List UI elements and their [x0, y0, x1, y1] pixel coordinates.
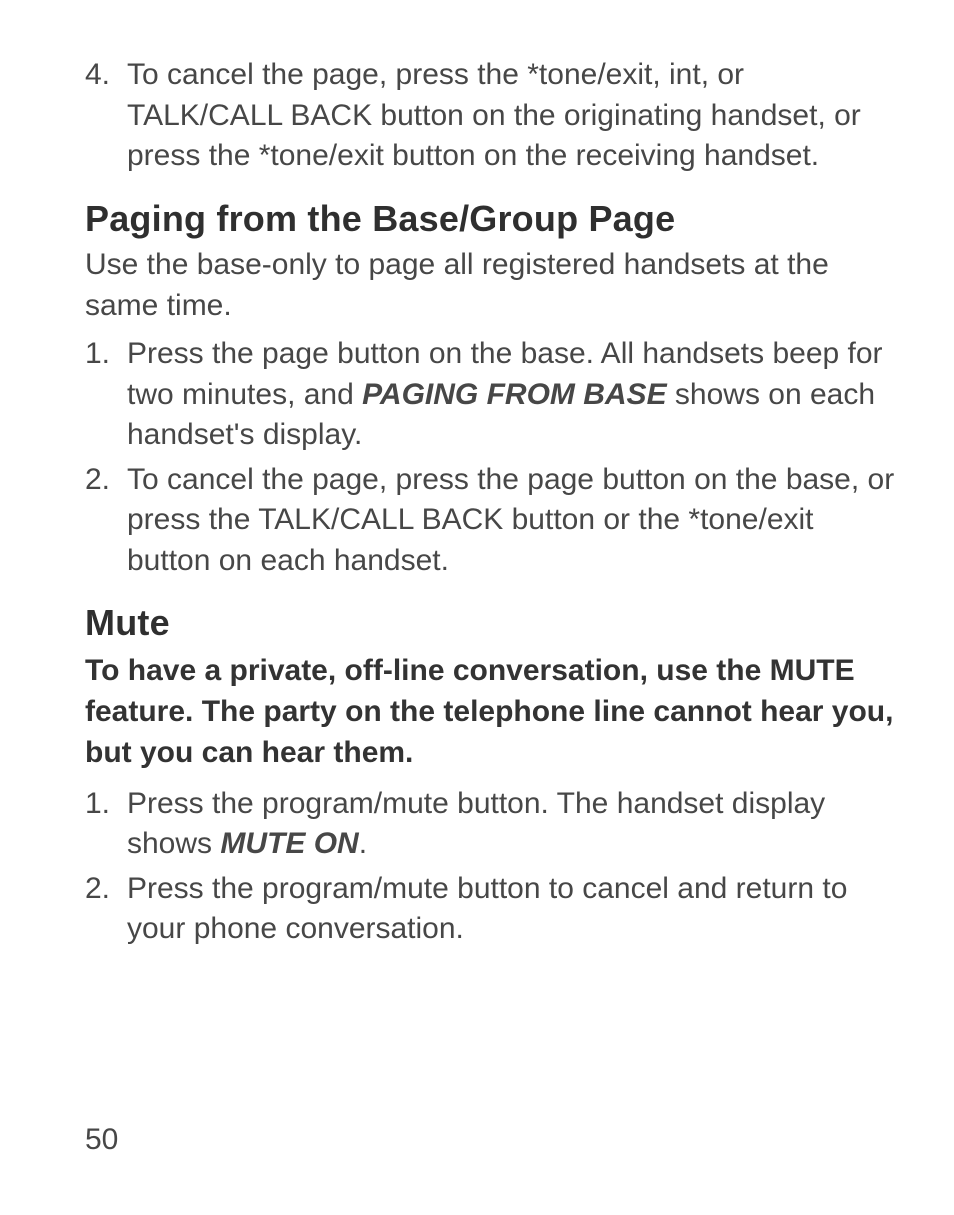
section2-item-1: 1. Press the program/mute button. The ha…	[85, 784, 899, 865]
section1-lead: Use the base-only to page all registered…	[85, 245, 899, 326]
section1-item-1: 1. Press the page button on the base. Al…	[85, 334, 899, 456]
heading-paging-from-base: Paging from the Base/Group Page	[85, 195, 899, 244]
list-item-4: 4. To cancel the page, press the *tone/e…	[85, 55, 899, 177]
document-page: 4. To cancel the page, press the *tone/e…	[0, 0, 954, 1215]
section1-list: 1. Press the page button on the base. Al…	[85, 334, 899, 581]
list-number: 2.	[85, 869, 110, 910]
section1-item-2: 2. To cancel the page, press the page bu…	[85, 460, 899, 582]
section2-item-2: 2. Press the program/mute button to canc…	[85, 869, 899, 950]
emphasis-paging-from-base: PAGING FROM BASE	[362, 378, 666, 411]
list-text-post: .	[359, 827, 367, 860]
list-number: 4.	[85, 55, 110, 96]
section2-list: 1. Press the program/mute button. The ha…	[85, 784, 899, 950]
list-text: To cancel the page, press the page butto…	[127, 463, 894, 577]
list-text: To cancel the page, press the *tone/exit…	[127, 58, 861, 172]
heading-mute: Mute	[85, 599, 899, 648]
section2-subheading: To have a private, off-line conversation…	[85, 650, 899, 774]
emphasis-mute-on: MUTE ON	[220, 827, 358, 860]
list-number: 2.	[85, 460, 110, 501]
list-number: 1.	[85, 784, 110, 825]
top-continuation-list: 4. To cancel the page, press the *tone/e…	[85, 55, 899, 177]
page-number: 50	[85, 1120, 118, 1161]
list-number: 1.	[85, 334, 110, 375]
list-text: Press the program/mute button to cancel …	[127, 872, 847, 946]
